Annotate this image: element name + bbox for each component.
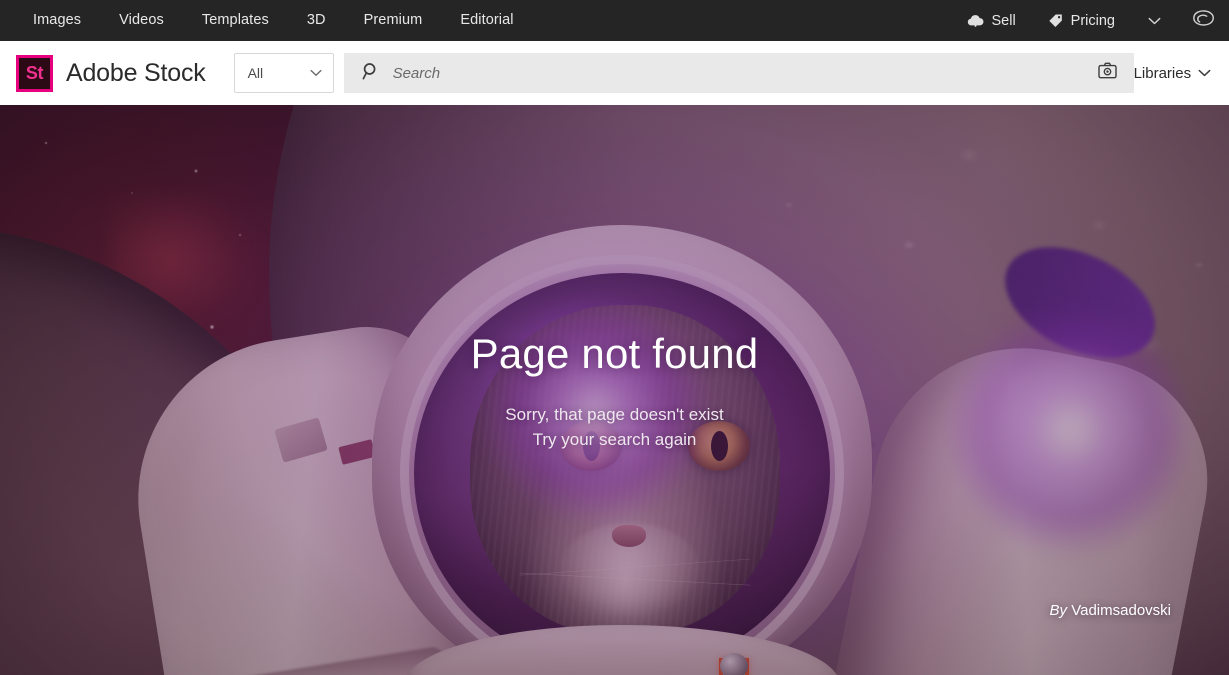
pricing-label: Pricing bbox=[1070, 12, 1115, 29]
libraries-label: Libraries bbox=[1133, 64, 1192, 82]
search-box[interactable] bbox=[343, 53, 1134, 93]
adobe-creative-cloud-icon bbox=[1190, 8, 1216, 34]
top-utility-bar: Images Videos Templates 3D Premium Edito… bbox=[0, 0, 1229, 41]
account-menu-button[interactable] bbox=[1131, 0, 1177, 41]
error-subtitle-line-1: Sorry, that page doesn't exist bbox=[505, 405, 724, 425]
error-subtitle: Sorry, that page doesn't exist Try your … bbox=[0, 403, 1229, 453]
adobe-creative-cloud-button[interactable] bbox=[1177, 0, 1229, 41]
search-input[interactable] bbox=[392, 53, 1088, 93]
error-message-block: Page not found Sorry, that page doesn't … bbox=[0, 330, 1229, 453]
visual-search-button[interactable] bbox=[1088, 53, 1128, 93]
price-tag-icon bbox=[1048, 13, 1064, 28]
top-bar-right-group: Sell Pricing bbox=[951, 0, 1229, 41]
category-select[interactable]: All bbox=[233, 53, 334, 93]
search-icon bbox=[362, 62, 380, 85]
chevron-down-icon bbox=[1198, 64, 1211, 82]
image-credit: By Vadimsadovski bbox=[1050, 602, 1171, 619]
libraries-menu[interactable]: Libraries bbox=[1134, 64, 1212, 82]
camera-icon bbox=[1098, 62, 1117, 84]
stock-logo-text: St bbox=[25, 63, 44, 83]
pricing-link[interactable]: Pricing bbox=[1032, 0, 1131, 41]
sell-label: Sell bbox=[991, 12, 1016, 29]
upload-cloud-icon bbox=[967, 13, 984, 28]
topnav-item-editorial[interactable]: Editorial bbox=[441, 0, 532, 41]
adobe-stock-logo[interactable]: St Adobe Stock bbox=[16, 54, 206, 92]
page-title: Page not found bbox=[470, 330, 759, 377]
image-credit-by-label: By bbox=[1049, 602, 1068, 619]
top-nav: Images Videos Templates 3D Premium Edito… bbox=[14, 0, 533, 41]
image-credit-author: Vadimsadovski bbox=[1071, 602, 1171, 619]
search-cluster: All bbox=[233, 53, 1134, 93]
brand-name: Adobe Stock bbox=[66, 58, 206, 87]
hero-error-banner: Page not found Sorry, that page doesn't … bbox=[0, 105, 1229, 675]
topnav-item-3d[interactable]: 3D bbox=[288, 0, 345, 41]
topnav-item-videos[interactable]: Videos bbox=[100, 0, 183, 41]
category-select-value: All bbox=[247, 65, 264, 81]
main-header: St Adobe Stock All Search Libraries bbox=[0, 41, 1229, 105]
chevron-down-icon bbox=[310, 64, 322, 82]
chevron-down-icon bbox=[1148, 12, 1161, 30]
topnav-item-images[interactable]: Images bbox=[14, 0, 100, 41]
stock-logo-mark: St bbox=[16, 54, 53, 92]
error-subtitle-line-2: Try your search again bbox=[532, 430, 697, 449]
topnav-item-premium[interactable]: Premium bbox=[345, 0, 442, 41]
sell-link[interactable]: Sell bbox=[951, 0, 1031, 41]
topnav-item-templates[interactable]: Templates bbox=[183, 0, 288, 41]
